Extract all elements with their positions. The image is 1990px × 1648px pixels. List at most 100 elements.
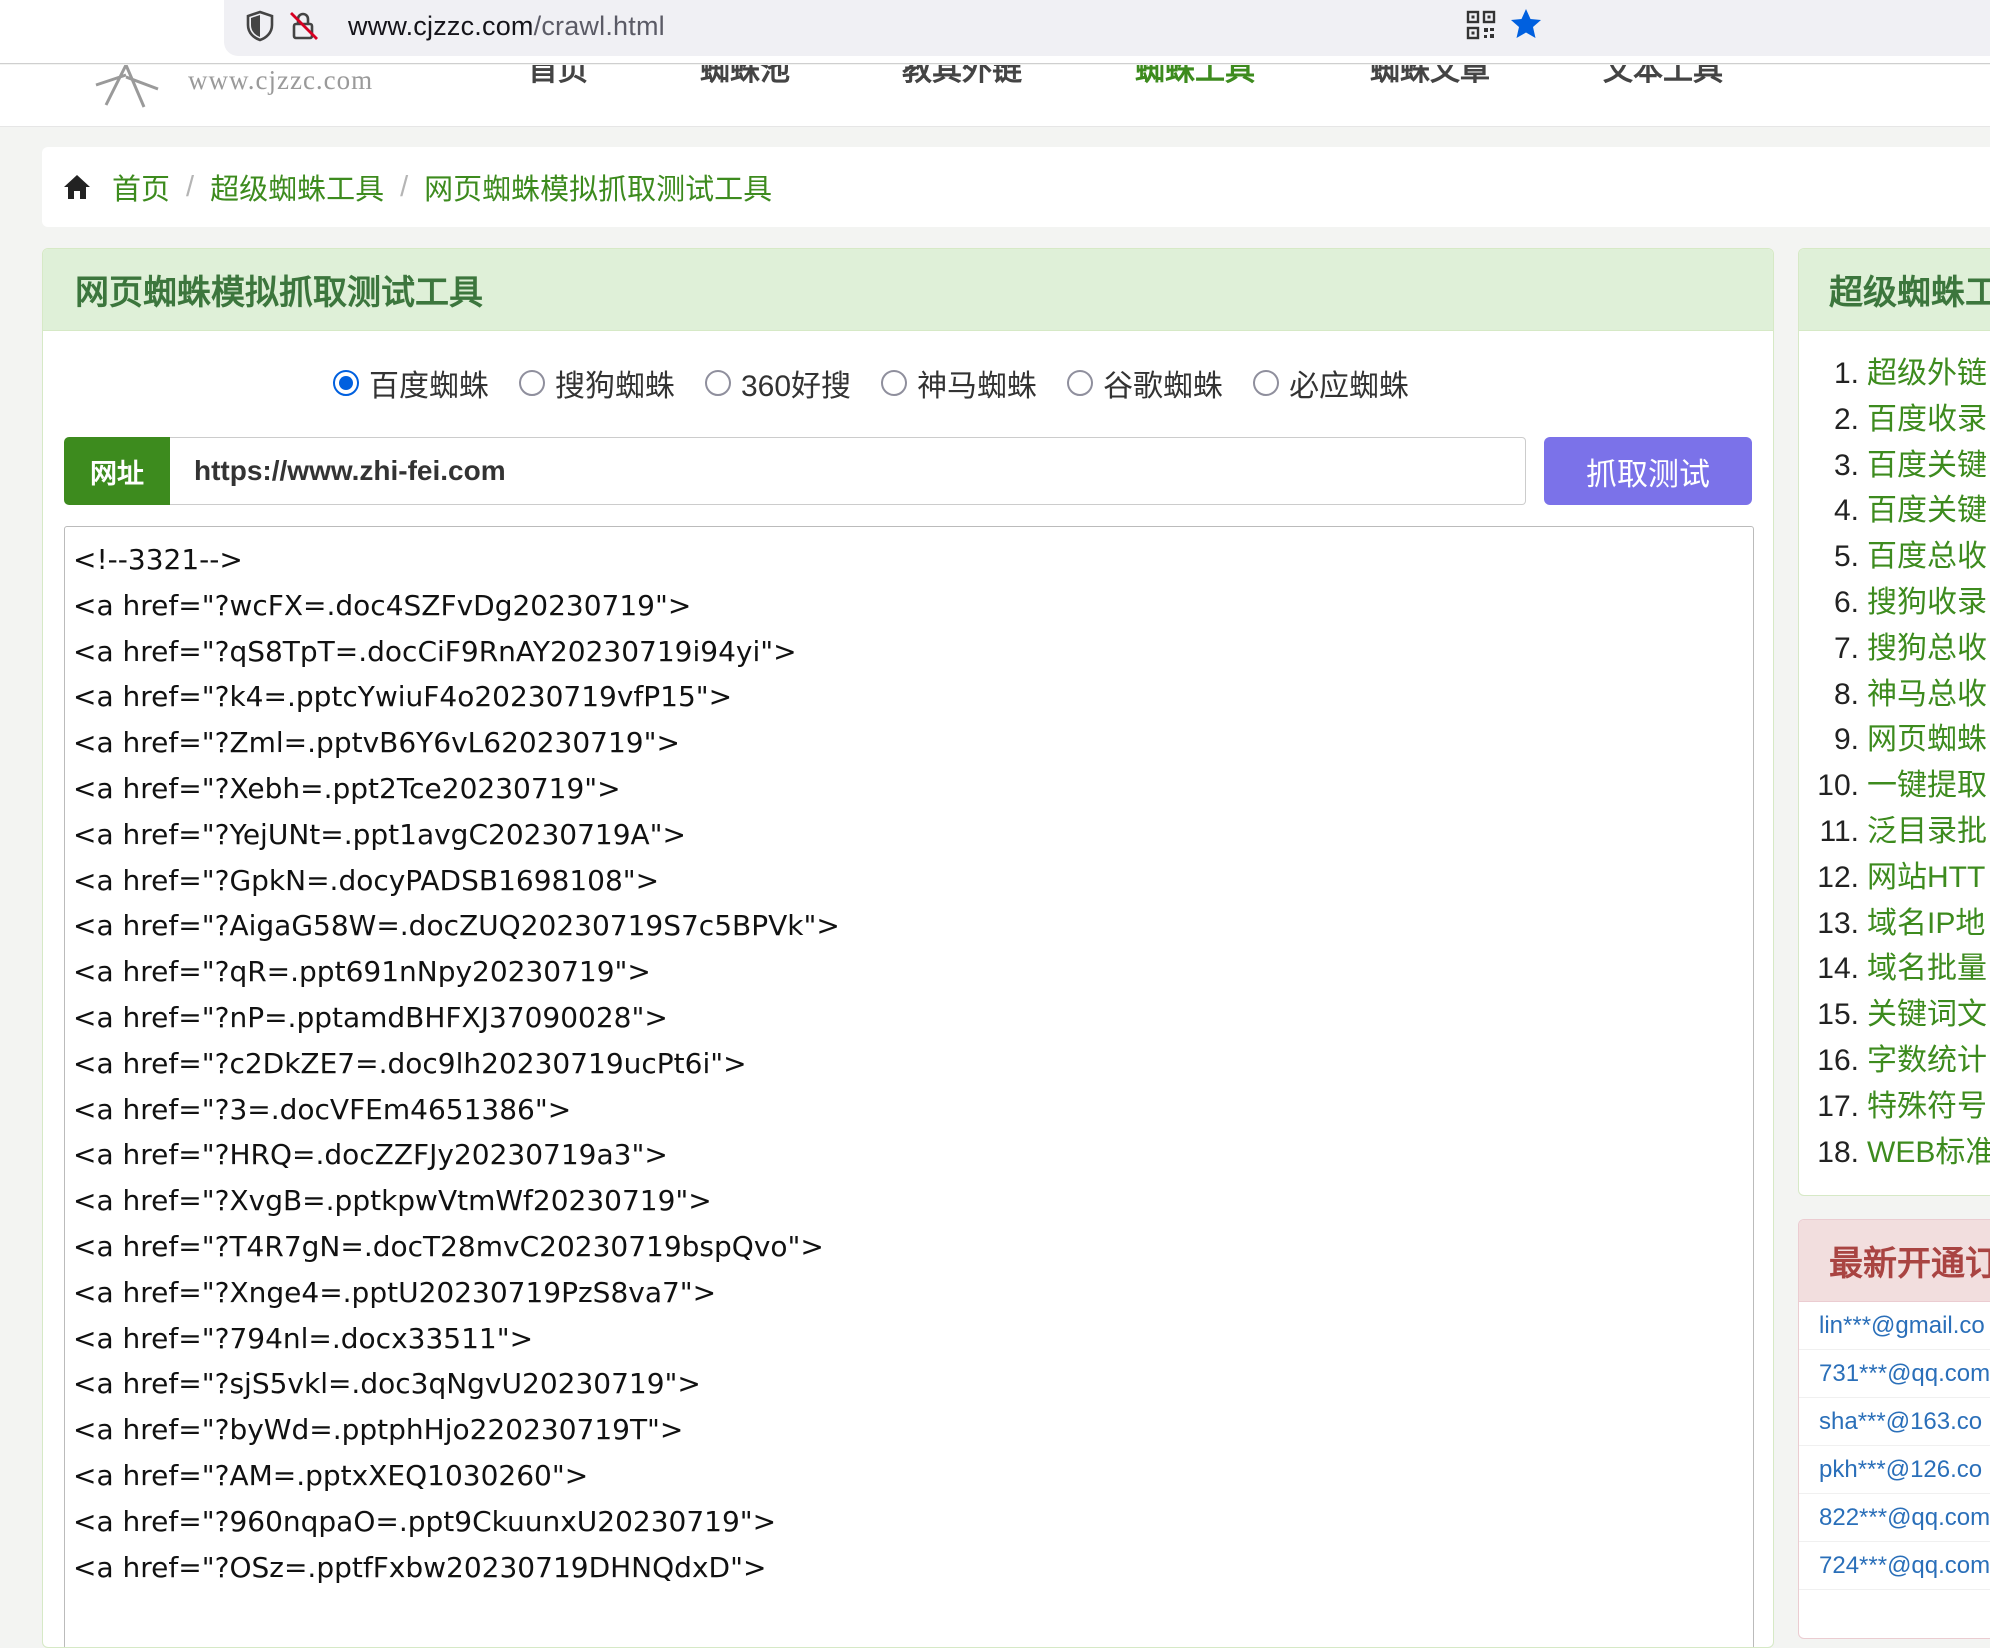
sidebar-tool-link[interactable]: 百度关键 [1867, 488, 1987, 534]
result-line: <a href="?sjS5vkl=.doc3qNgvU20230719"> [73, 1367, 701, 1401]
result-line: <a href="?qS8TpT=.docCiF9RnAY20230719i94… [73, 634, 797, 668]
spider-radio-0[interactable]: 百度蜘蛛 [333, 361, 489, 405]
result-line: <a href="?960nqpaO=.ppt9CkuunxU20230719"… [73, 1504, 777, 1538]
breadcrumb-current[interactable]: 网页蜘蛛模拟抓取测试工具 [424, 166, 772, 208]
sidebar-tool-item[interactable]: 3. 百度关键 [1799, 443, 1990, 489]
sidebar-tool-link[interactable]: 网站HTT [1867, 855, 1985, 901]
result-line: <a href="?AigaG58W=.docZUQ20230719S7c5BP… [73, 909, 840, 943]
nav-external-links[interactable]: 教其外链 [902, 65, 1022, 89]
spider-radio-1[interactable]: 搜狗蜘蛛 [519, 361, 675, 405]
sidebar-tool-link[interactable]: 字数统计 [1867, 1038, 1987, 1084]
sidebar-tool-number: 2. [1833, 402, 1859, 436]
radio-label: 360好搜 [741, 370, 852, 403]
qr-code-icon[interactable] [1466, 10, 1496, 40]
sidebar-tools-panel: 超级蜘蛛工 1. 超级外链 2. 百度收录 3. 百度关键 4. 百度关键 5. 百度总收 6. 搜狗… [1798, 248, 1990, 1196]
result-line: <a href="?GpkN=.docyPADSB1698108"> [73, 863, 660, 897]
sidebar-tool-link[interactable]: 百度收录 [1867, 397, 1987, 443]
signup-email-item: lin***@gmail.co [1799, 1302, 1990, 1350]
signup-email-item: 724***@qq.com [1799, 1542, 1990, 1590]
home-icon [64, 175, 90, 199]
sidebar-tool-item[interactable]: 13. 域名IP地 [1799, 901, 1990, 947]
breadcrumb: 首页 / 超级蜘蛛工具 / 网页蜘蛛模拟抓取测试工具 [42, 147, 1990, 227]
sidebar-tool-item[interactable]: 10. 一键提取 [1799, 763, 1990, 809]
panel-title: 网页蜘蛛模拟抓取测试工具 [43, 249, 1773, 331]
sidebar-tool-number: 3. [1833, 448, 1859, 482]
result-line: <a href="?qR=.ppt691nNpy20230719"> [73, 955, 651, 989]
sidebar-tool-link[interactable]: 域名IP地 [1867, 901, 1985, 947]
radio-circle[interactable] [1067, 370, 1094, 396]
url-text[interactable]: www.cjzzc.com/crawl.html [348, 8, 665, 44]
result-line: <a href="?HRQ=.docZZFJy20230719a3"> [73, 1138, 668, 1172]
spider-radio-2[interactable]: 360好搜 [705, 361, 851, 405]
nav-home[interactable]: 首页 [528, 65, 588, 89]
breadcrumb-home[interactable]: 首页 [112, 166, 170, 208]
insecure-lock-icon[interactable] [286, 8, 322, 44]
result-line: <a href="?k4=.pptcYwiuF4o20230719vfP15"> [73, 680, 733, 714]
sidebar-tool-link[interactable]: 域名批量 [1867, 946, 1987, 992]
spider-logo-icon[interactable] [86, 65, 166, 115]
nav-spider-articles[interactable]: 蜘蛛文章 [1370, 65, 1490, 89]
sidebar-tool-link[interactable]: 特殊符号 [1867, 1084, 1987, 1130]
radio-circle[interactable] [519, 370, 545, 396]
sidebar-tool-item[interactable]: 9. 网页蜘蛛 [1799, 717, 1990, 763]
address-bar[interactable]: www.cjzzc.com/crawl.html [224, 0, 1990, 56]
spider-radio-5[interactable]: 必应蜘蛛 [1253, 361, 1409, 405]
url-input[interactable] [170, 437, 1526, 505]
logo-text[interactable]: www.cjzzc.com [188, 65, 373, 96]
sidebar-tool-item[interactable]: 6. 搜狗收录 [1799, 580, 1990, 626]
sidebar-tool-item[interactable]: 2. 百度收录 [1799, 397, 1990, 443]
sidebar-tool-number: 1. [1833, 357, 1859, 390]
sidebar-tool-item[interactable]: 11. 泛目录批 [1799, 809, 1990, 855]
result-line: <a href="?T4R7gN=.docT28mvC20230719bspQv… [73, 1229, 824, 1263]
sidebar-tool-item[interactable]: 5. 百度总收 [1799, 534, 1990, 580]
browser-toolbar: www.cjzzc.com/crawl.html [0, 0, 1990, 64]
breadcrumb-spider-tools[interactable]: 超级蜘蛛工具 [210, 166, 384, 208]
radio-circle[interactable] [1253, 370, 1280, 396]
result-line: <a href="?YejUNt=.ppt1avgC20230719A"> [73, 817, 687, 851]
sidebar-tool-link[interactable]: 搜狗收录 [1867, 580, 1987, 626]
sidebar-tool-number: 4. [1833, 494, 1859, 528]
crawl-test-button[interactable]: 抓取测试 [1544, 437, 1752, 505]
sidebar-tool-link[interactable]: 百度总收 [1867, 534, 1987, 580]
sidebar-tool-item[interactable]: 16. 字数统计 [1799, 1038, 1990, 1084]
spider-radio-3[interactable]: 神马蜘蛛 [881, 361, 1037, 405]
sidebar-tool-number: 18. [1817, 1135, 1859, 1169]
sidebar-tool-number: 7. [1833, 631, 1859, 665]
sidebar-tool-item[interactable]: 4. 百度关键 [1799, 488, 1990, 534]
sidebar-tool-link[interactable]: 超级外链 [1867, 351, 1987, 397]
sidebar-tool-item[interactable]: 1. 超级外链 [1799, 351, 1990, 397]
nav-spider-tools[interactable]: 蜘蛛工具 [1135, 65, 1255, 89]
result-line: <a href="?wcFX=.doc4SZFvDg20230719"> [73, 588, 692, 622]
sidebar-tool-link[interactable]: 百度关键 [1867, 443, 1987, 489]
sidebar-tool-item[interactable]: 7. 搜狗总收 [1799, 626, 1990, 672]
sidebar-tool-item[interactable]: 18. WEB标准 [1799, 1130, 1990, 1176]
nav-text-tools[interactable]: 文本工具 [1603, 65, 1723, 89]
sidebar-tool-item[interactable]: 15. 关键词文 [1799, 992, 1990, 1038]
latest-signups-list: lin***@gmail.co 731***@qq.com sha***@163.c… [1799, 1302, 1990, 1590]
spider-radio-4[interactable]: 谷歌蜘蛛 [1067, 361, 1223, 405]
sidebar-tool-item[interactable]: 12. 网站HTT [1799, 855, 1990, 901]
radio-label: 必应蜘蛛 [1289, 370, 1410, 403]
sidebar-tool-link[interactable]: 搜狗总收 [1867, 626, 1987, 672]
sidebar-tool-item[interactable]: 17. 特殊符号 [1799, 1084, 1990, 1130]
sidebar-tool-link[interactable]: 一键提取 [1867, 763, 1987, 809]
bookmark-star-icon[interactable] [1508, 6, 1544, 42]
sidebar-tool-item[interactable]: 14. 域名批量 [1799, 946, 1990, 992]
crawl-result-textarea[interactable]: <!--3321--> <a href="?wcFX=.doc4SZFvDg202… [64, 526, 1754, 1647]
sidebar-tool-item[interactable]: 8. 神马总收 [1799, 672, 1990, 718]
signup-email-item: pkh***@126.co [1799, 1446, 1990, 1494]
sidebar-tool-link[interactable]: 网页蜘蛛 [1867, 717, 1987, 763]
sidebar-tool-link[interactable]: 泛目录批 [1867, 809, 1987, 855]
result-line: <a href="?AM=.pptxXEQ1030260"> [73, 1458, 589, 1492]
sidebar-tool-link[interactable]: 关键词文 [1867, 992, 1987, 1038]
radio-circle[interactable] [881, 370, 908, 396]
radio-circle[interactable] [705, 370, 731, 396]
nav-spider-pool[interactable]: 蜘蛛池 [700, 65, 790, 89]
sidebar-tool-link[interactable]: WEB标准 [1867, 1130, 1990, 1176]
sidebar-tool-number: 13. [1817, 906, 1859, 940]
radio-circle[interactable] [333, 370, 359, 396]
sidebar-tool-number: 10. [1817, 769, 1859, 803]
sidebar-tool-link[interactable]: 神马总收 [1867, 672, 1987, 718]
shield-icon[interactable] [242, 8, 278, 44]
radio-label: 搜狗蜘蛛 [555, 370, 675, 403]
